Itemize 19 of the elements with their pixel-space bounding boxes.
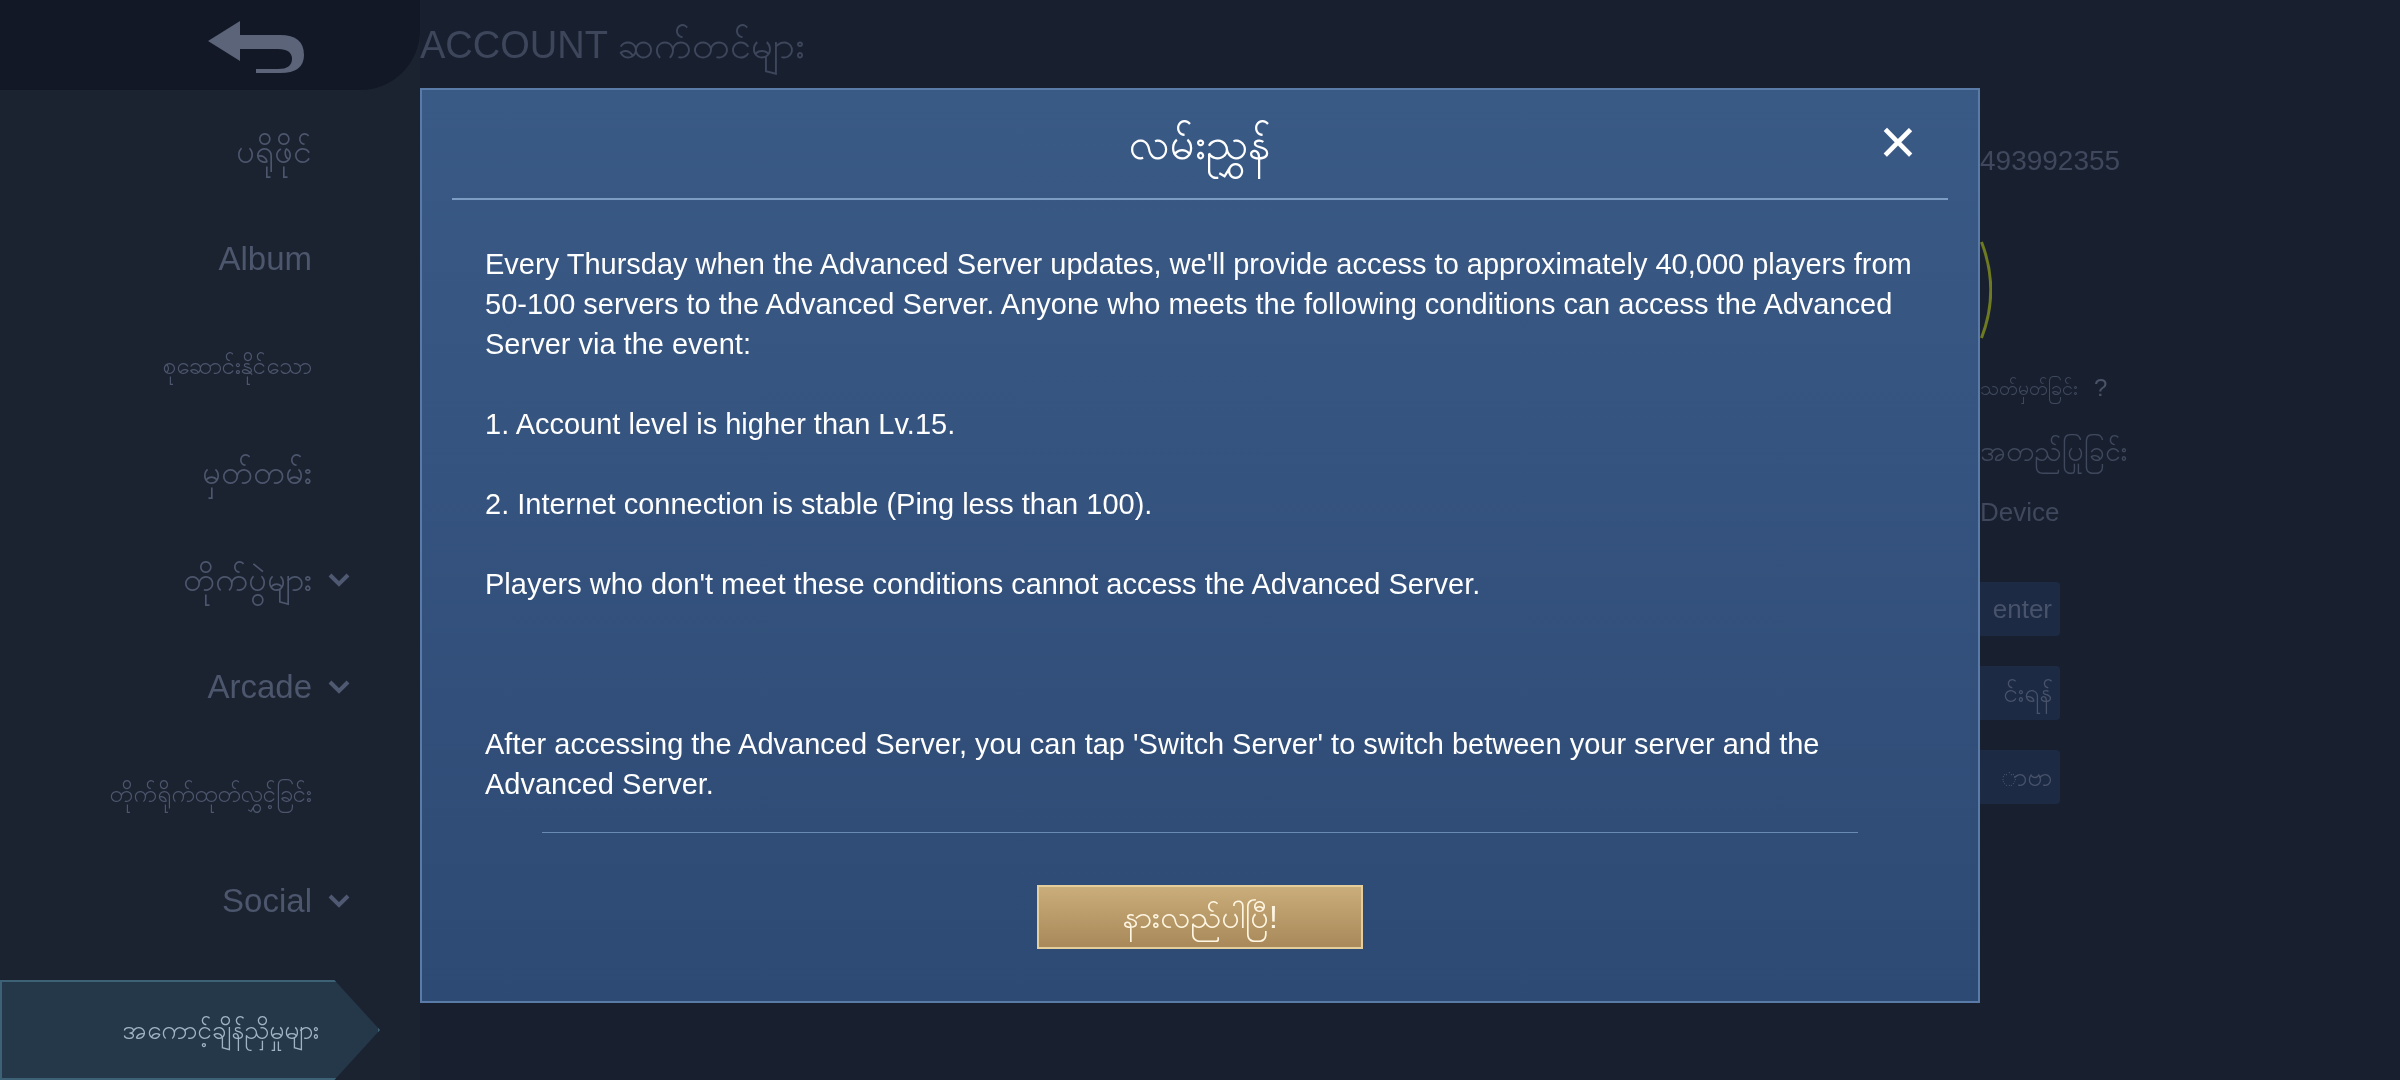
close-button[interactable]: × xyxy=(1868,112,1928,172)
sidebar-item[interactable]: အကောင့်ချိန်ညှိမှုများ xyxy=(0,980,380,1080)
guide-paragraph: Players who don't meet these conditions cannot access the Advanced Server. xyxy=(485,567,1482,602)
help-mark[interactable]: ? xyxy=(2094,370,2108,406)
sidebar-item[interactable]: Social xyxy=(222,875,312,926)
sidebar-item[interactable]: စုဆောင်းနိုင်သော xyxy=(163,347,312,384)
sidebar-item[interactable]: မှတ်တမ်း xyxy=(202,447,312,498)
guide-paragraph: After accessing the Advanced Server, you can tap 'Switch Server' to switch between your server and the Advanced Server. xyxy=(485,727,1821,802)
progress-ring-icon xyxy=(1980,240,1992,340)
sidebar-item[interactable]: Arcade xyxy=(207,661,312,712)
guide-paragraph: 1. Account level is higher than Lv.15. xyxy=(485,407,957,442)
confirm-button[interactable]: နားလည်ပါပြီ! xyxy=(1037,885,1363,949)
guide-paragraph: 2. Internet connection is stable (Ping less than 100). xyxy=(485,487,1154,522)
sidebar-item[interactable]: Album xyxy=(218,233,312,284)
sidebar-item[interactable]: တိုက်ရိုက်ထုတ်လွှင့်ခြင်း xyxy=(110,775,312,812)
dialog-title: လမ်းညွှန် xyxy=(1129,111,1271,177)
sidebar-item[interactable]: ပရိုဖိုင် xyxy=(236,126,312,177)
guide-paragraph: Every Thursday when the Advanced Server updates, we'll provide access to approximately 40,000 players from 50-100 servers to the Advanced Server. Anyone who meets the following conditions can access the Advanced Server via the event: xyxy=(485,247,1913,362)
sidebar-item[interactable]: တိုက်ပွဲများ xyxy=(183,554,312,605)
